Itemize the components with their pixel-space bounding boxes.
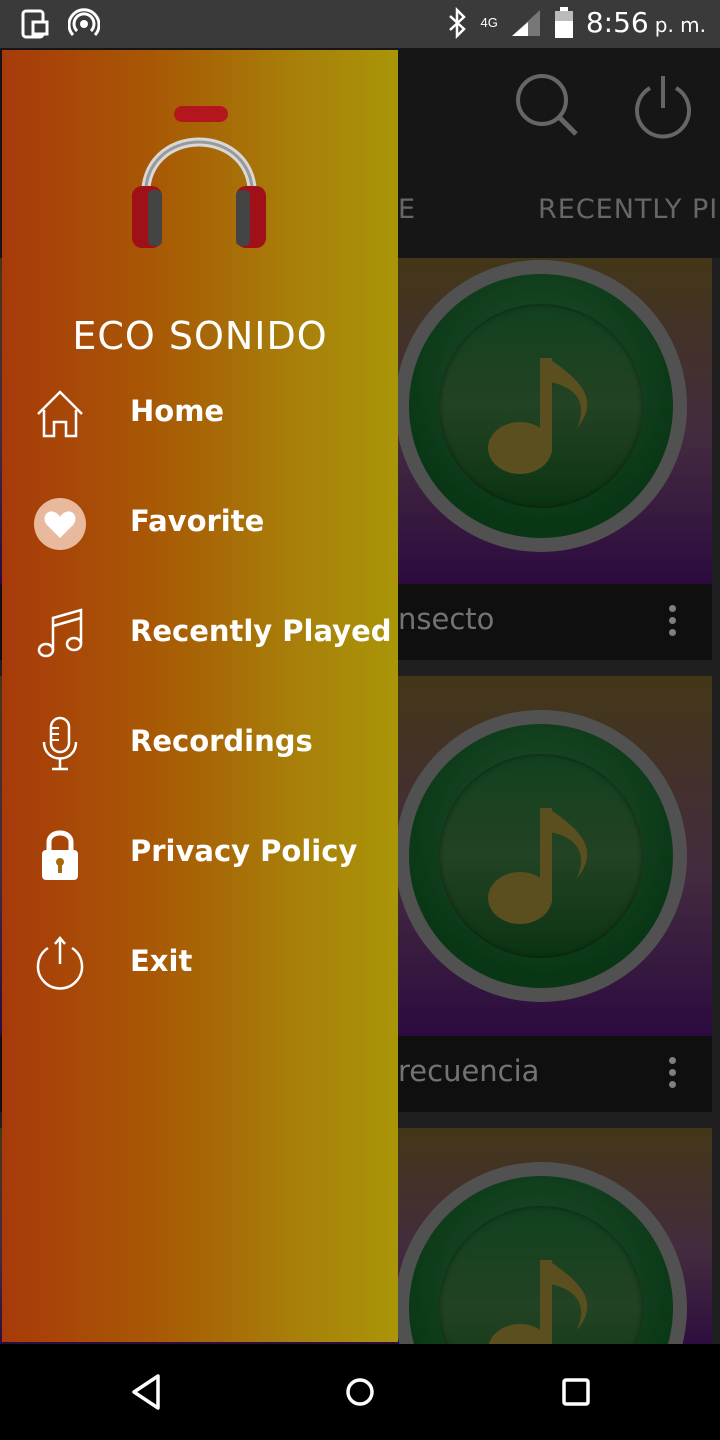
bluetooth-icon [448,6,466,39]
menu-label-home: Home [130,394,225,428]
menu-label-recordings: Recordings [130,724,313,758]
status-time: 8:56 p. m. [585,6,706,39]
menu-item-favorite[interactable]: Favorite [2,478,398,568]
battery-icon [554,6,573,38]
sim-storage-icon [21,9,49,39]
home-nav-icon[interactable] [340,1372,380,1412]
power-icon [36,936,84,990]
menu-item-privacy-policy[interactable]: Privacy Policy [2,808,398,898]
heart-icon [34,498,86,550]
headphones-logo [132,106,266,248]
hotspot-icon [68,8,100,37]
network-4g-icon: 4G [480,14,498,30]
status-bar: 4G 8:56 p. m. [0,0,720,48]
signal-icon [511,9,540,36]
menu-label-favorite: Favorite [130,504,265,538]
menu-item-exit[interactable]: Exit [2,918,398,1008]
lock-icon [42,830,78,880]
microphone-icon [42,716,78,771]
back-icon[interactable] [126,1372,166,1412]
recents-icon[interactable] [556,1372,596,1412]
menu-item-recordings[interactable]: Recordings [2,698,398,788]
menu-item-home[interactable]: Home [2,368,398,458]
menu-item-recently-played[interactable]: Recently Played [2,588,398,678]
music-notes-icon [37,608,83,658]
menu-label-exit: Exit [130,944,193,978]
menu-label-recently-played: Recently Played [130,614,392,648]
system-nav-bar [0,1344,720,1440]
navigation-drawer: ECO SONIDO Home Favorite Recently Played [2,50,398,1342]
app-name: ECO SONIDO [72,314,328,358]
menu-label-privacy-policy: Privacy Policy [130,834,358,868]
home-icon [37,390,83,438]
